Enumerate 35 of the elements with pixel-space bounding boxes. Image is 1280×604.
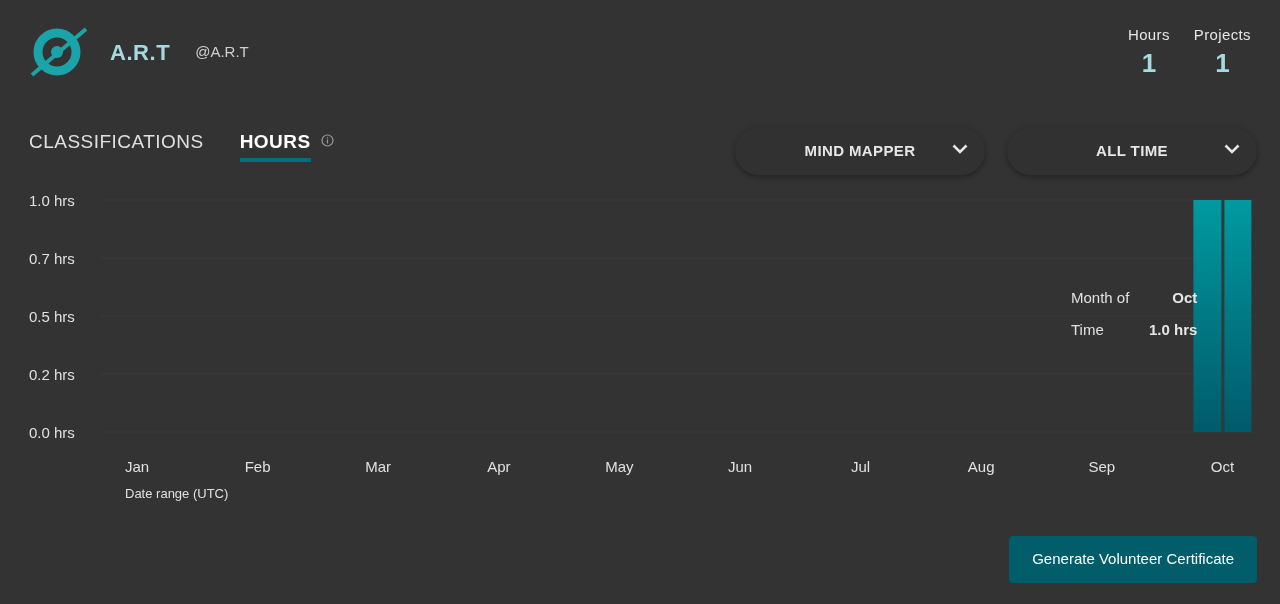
x-axis-label: Apr bbox=[486, 459, 512, 474]
x-axis-title: Date range (UTC) bbox=[125, 487, 229, 500]
profile-handle: @A.R.T bbox=[195, 41, 249, 62]
y-axis-label: 0.2 hrs bbox=[29, 367, 75, 382]
y-axis-label: 0.0 hrs bbox=[29, 425, 75, 440]
profile-name: A.R.T bbox=[110, 38, 171, 67]
logo-icon bbox=[29, 26, 89, 78]
y-axis-label: 0.7 hrs bbox=[29, 251, 75, 266]
y-axis-label: 1.0 hrs bbox=[29, 193, 75, 208]
generate-certificate-button[interactable]: Generate Volunteer Certificate bbox=[1009, 536, 1257, 583]
x-axis-label: Aug bbox=[966, 459, 996, 474]
dropdown[interactable]: ALL TIME bbox=[1007, 127, 1257, 175]
stat-label: Hours bbox=[1127, 25, 1170, 45]
dropdown[interactable]: MIND MAPPER bbox=[735, 127, 985, 175]
tab[interactable]: CLASSIFICATIONS bbox=[29, 127, 204, 163]
tab[interactable]: HOURS bbox=[239, 127, 311, 163]
tooltip-value: 1.0 hrs bbox=[1149, 322, 1198, 337]
x-axis-label: Jan bbox=[123, 459, 151, 474]
stat-value: 1 bbox=[1141, 46, 1157, 79]
tooltip-value: Oct bbox=[1171, 290, 1198, 305]
x-axis-label: Feb bbox=[243, 459, 272, 474]
stat-label: Projects bbox=[1193, 25, 1251, 45]
y-axis-label: 0.5 hrs bbox=[29, 309, 75, 324]
x-axis-label: Sep bbox=[1087, 459, 1117, 474]
x-axis-label: Mar bbox=[364, 459, 393, 474]
chevron-down-icon bbox=[1224, 144, 1240, 154]
x-axis-label: Jul bbox=[850, 459, 872, 474]
x-axis-label: May bbox=[604, 459, 635, 474]
x-axis-label: Jun bbox=[726, 459, 754, 474]
tooltip-label: Month of bbox=[1071, 290, 1131, 305]
x-axis-label: Oct bbox=[1209, 459, 1236, 474]
info-icon[interactable] bbox=[320, 133, 334, 147]
chevron-down-icon bbox=[952, 144, 968, 154]
tooltip-label: Time bbox=[1071, 322, 1105, 337]
stat-value: 1 bbox=[1215, 46, 1230, 79]
